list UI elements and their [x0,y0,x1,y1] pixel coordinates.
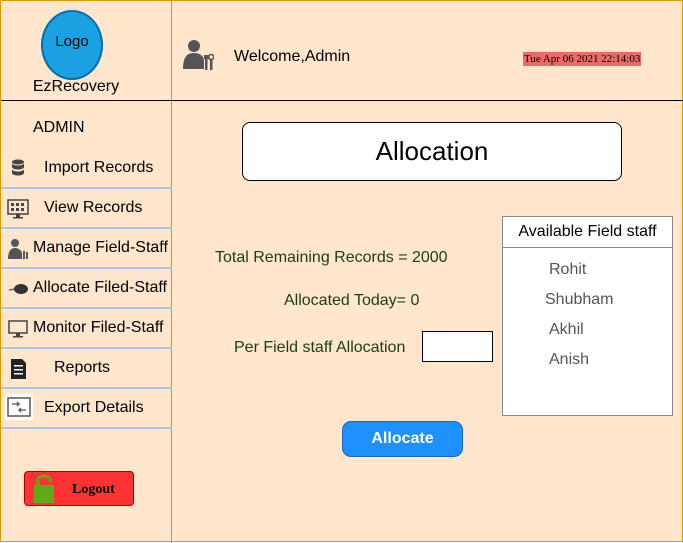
app-name: EzRecovery [32,78,120,95]
sidebar-item-label: Monitor Filed-Staff [33,319,164,336]
mouse-icon [8,284,28,294]
sidebar-item-reports[interactable]: Reports [1,349,172,389]
per-staff-allocation-input[interactable] [422,331,493,362]
page-title: Allocation [242,122,622,181]
sidebar: ADMIN Import Records View Records Manage… [1,101,172,543]
sidebar-item-label: Reports [54,359,111,376]
user-tools-icon [8,239,28,259]
sidebar-item-view-records[interactable]: View Records [1,189,172,229]
sidebar-item-label: View Records [44,199,143,216]
staff-panel-heading: Available Field staff [503,217,672,248]
sidebar-item-manage-field-staff[interactable]: Manage Field-Staff [1,229,172,269]
lock-icon [34,474,54,503]
staff-list-item[interactable]: Anish [549,351,589,369]
sidebar-item-label: Export Details [44,399,144,416]
logo[interactable]: Logo [41,10,103,80]
sidebar-item-allocate-field-staff[interactable]: Allocate Filed-Staff [1,269,172,309]
total-remaining-text: Total Remaining Records = 2000 [215,249,448,266]
available-staff-panel: Available Field staff Rohit Shubham Akhi… [502,216,673,416]
logout-button[interactable]: Logout [24,471,134,506]
sidebar-item-label: Import Records [44,159,154,176]
welcome-text: Welcome,Admin [234,48,351,65]
sidebar-item-label: Manage Field-Staff [33,239,168,256]
user-tools-icon [183,40,214,70]
staff-list-item[interactable]: Akhil [549,321,584,339]
export-icon [5,394,33,420]
datetime-badge: Tue Apr 06 2021 22:14:03 [523,52,642,66]
role-label: ADMIN [33,119,85,136]
per-staff-allocation-label: Per Field staff Allocation [234,339,406,356]
database-icon [12,159,24,176]
logout-label: Logout [72,482,115,497]
sidebar-item-export-details[interactable]: Export Details [1,389,172,429]
allocate-button[interactable]: Allocate [342,421,463,457]
app-frame: Logo EzRecovery Welcome,Admin Tue Apr 06… [0,0,683,543]
staff-list-item[interactable]: Rohit [549,261,586,279]
sidebar-item-import-records[interactable]: Import Records [1,149,172,189]
logo-area: Logo EzRecovery [1,1,172,101]
top-header: Welcome,Admin Tue Apr 06 2021 22:14:03 [172,1,683,101]
monitor-grid-icon [7,199,29,219]
sidebar-item-label: Allocate Filed-Staff [33,279,167,296]
allocated-today-text: Allocated Today= 0 [284,292,420,309]
document-icon [11,359,26,379]
sidebar-item-monitor-field-staff[interactable]: Monitor Filed-Staff [1,309,172,349]
monitor-icon [8,320,28,338]
staff-list-item[interactable]: Shubham [545,291,614,309]
